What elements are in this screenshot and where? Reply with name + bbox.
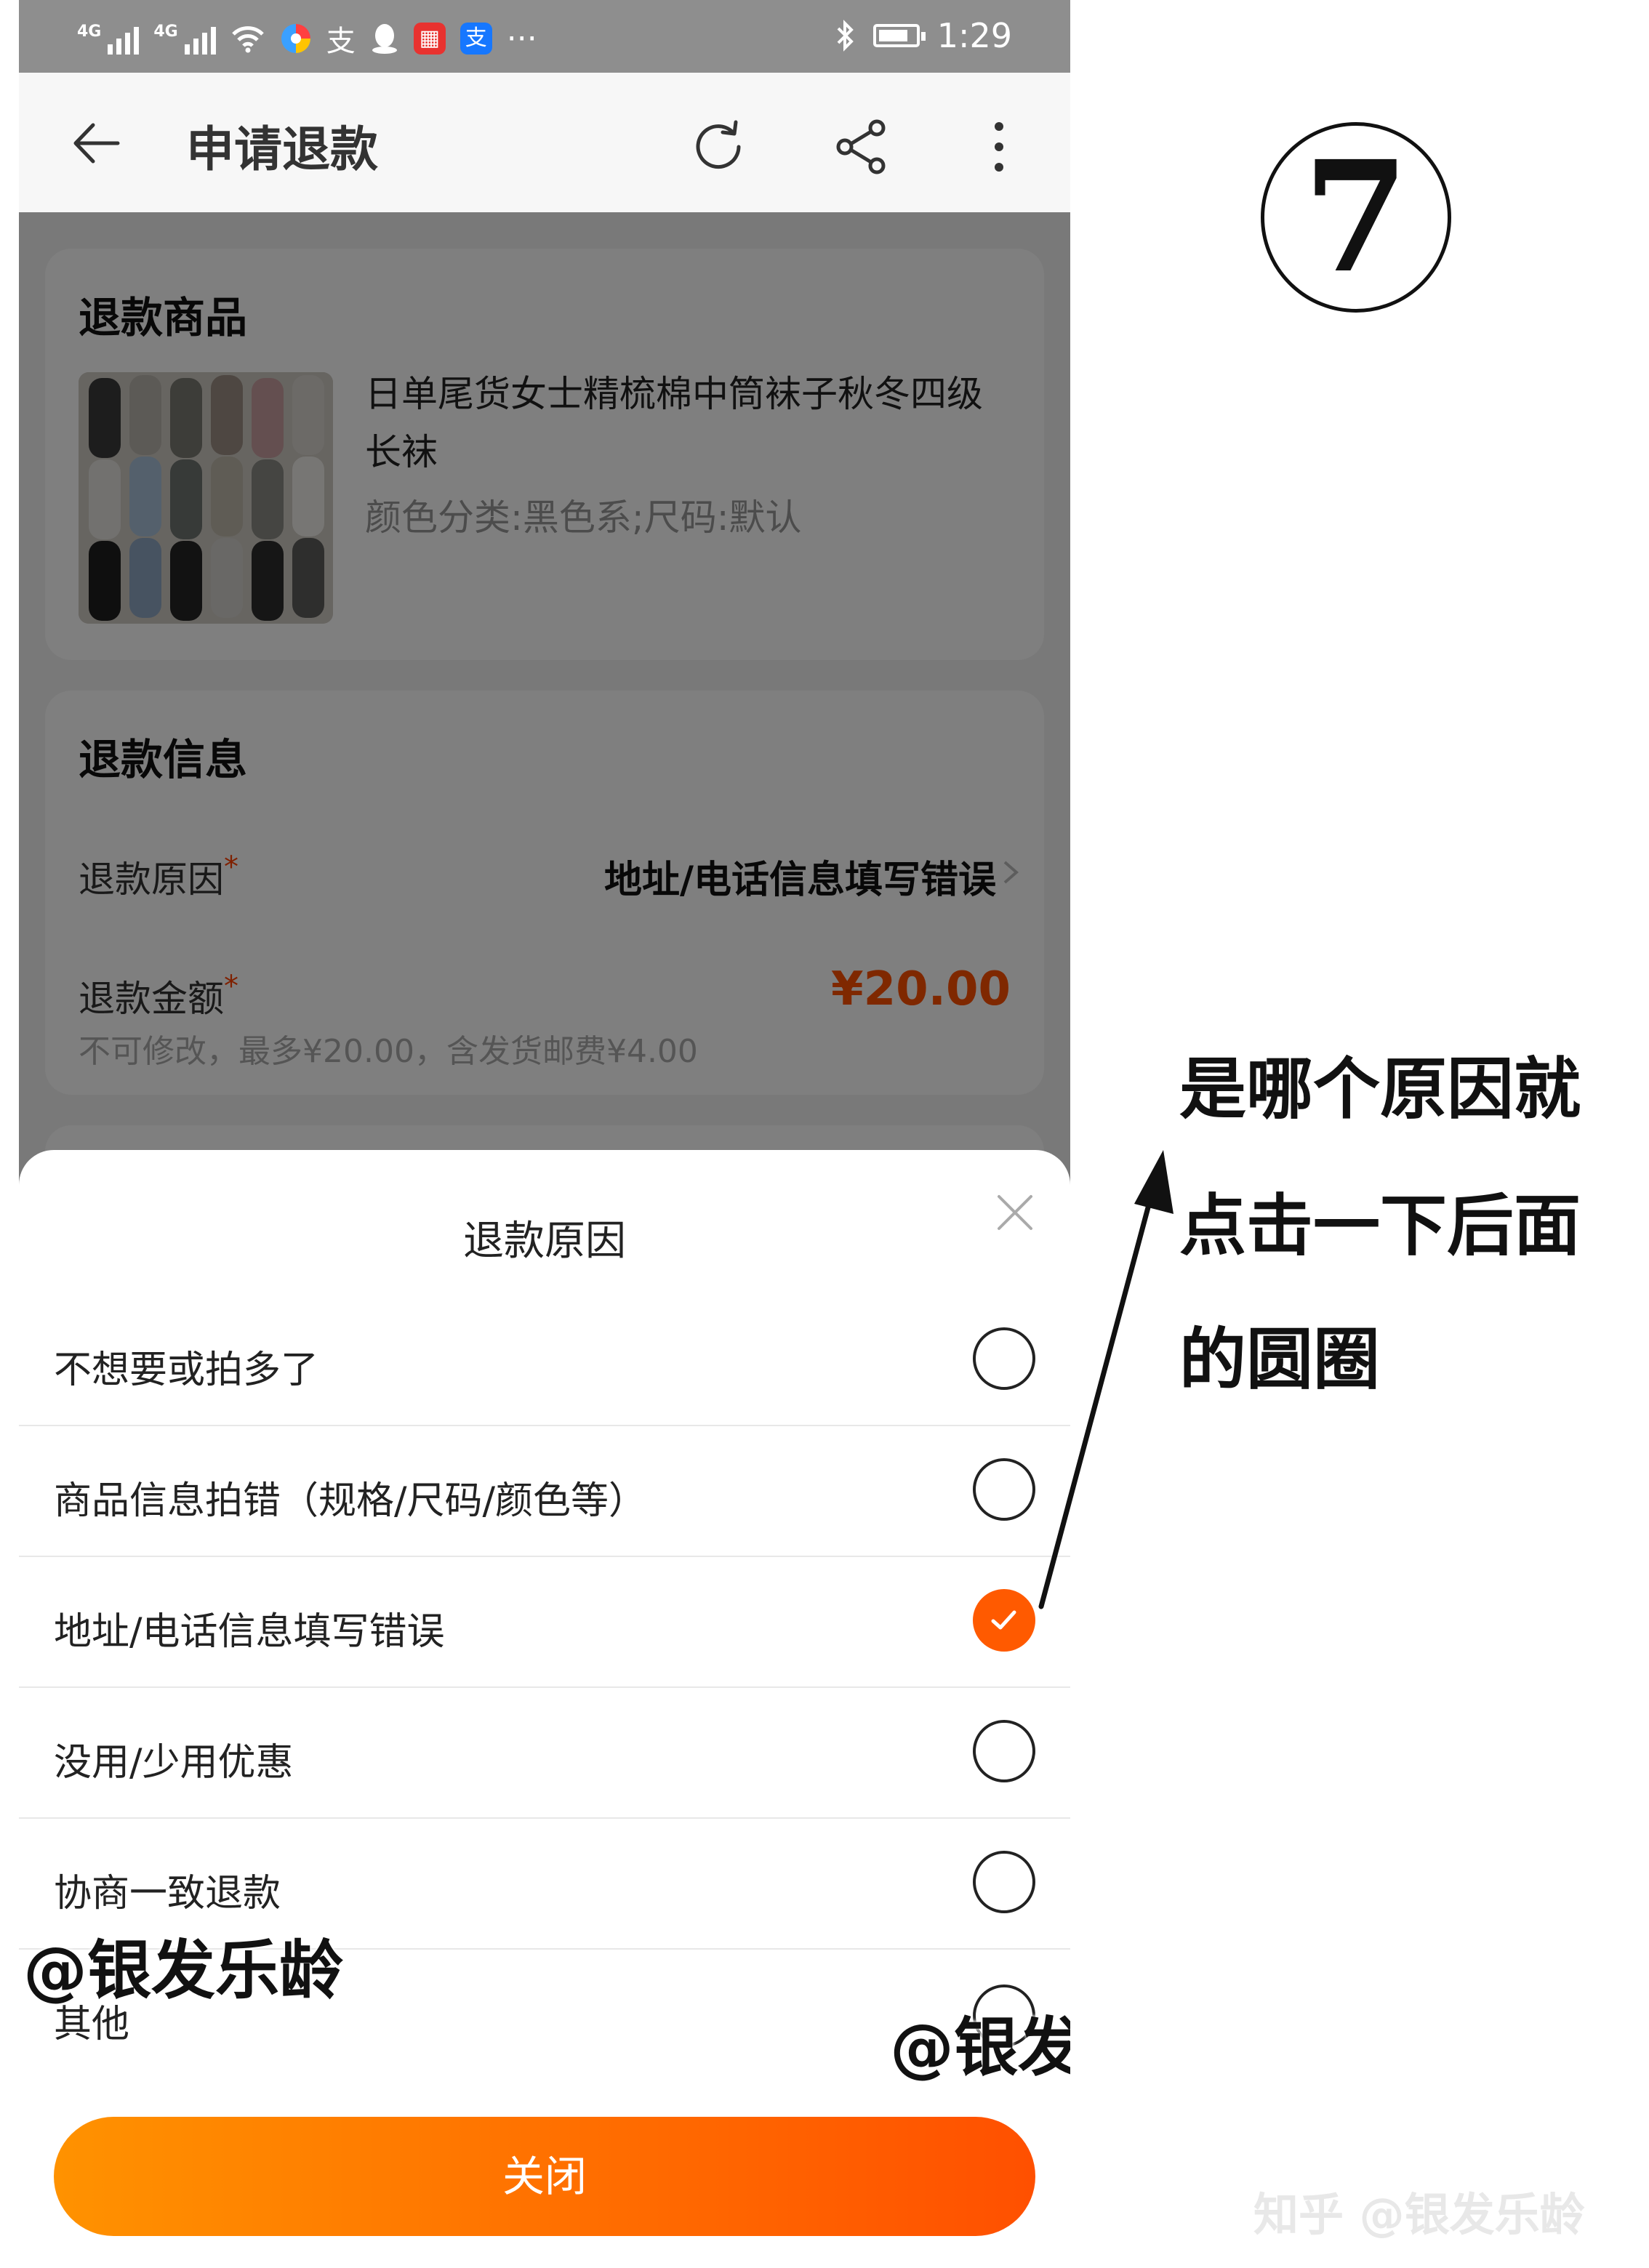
reason-option-selected[interactable]: 地址/电话信息填写错误 [19,1557,1070,1688]
more-options-icon[interactable] [968,116,1030,177]
shopping-app-icon: ▦ [413,23,446,55]
page-title: 申请退款 [186,121,378,177]
zhihu-watermark: 知乎 @银发乐龄 [1253,2188,1585,2241]
refresh-icon[interactable] [688,116,749,177]
status-time: 1:29 [936,16,1012,55]
watermark: @银发乐龄 [23,1933,344,2008]
alipay-app-icon: 支 [460,23,492,55]
reason-option-label: 协商一致退款 [54,1872,281,1915]
wifi-icon [231,26,264,53]
reason-option-label: 商品信息拍错（规格/尺码/颜色等） [54,1479,647,1523]
network-type: 4G [77,23,102,41]
reason-option-label: 不想要或拍多了 [54,1348,319,1392]
qq-icon [372,24,397,54]
battery-icon [872,24,926,47]
sheet-title: 退款原因 [463,1218,626,1265]
bluetooth-icon [837,20,854,52]
close-button[interactable]: 关闭 [54,2117,1035,2236]
status-right: 1:29 [834,16,1012,55]
browser-app-icon [281,24,310,53]
back-arrow-icon[interactable] [70,118,121,169]
more-notifications-icon: ··· [506,20,537,57]
watermark: @银发乐龄 [890,2010,1070,2085]
checkmark-icon [991,1610,1016,1630]
network-type: 4G [153,23,178,41]
reason-option[interactable]: 商品信息拍错（规格/尺码/颜色等） [19,1426,1070,1557]
radio-button[interactable] [973,1851,1035,1913]
annotation-line: 的圆圈 [1179,1321,1381,1399]
status-left: 4G 4G 支 ▦ 支 ··· [77,17,537,60]
reason-option[interactable]: 不想要或拍多了 [19,1295,1070,1426]
reason-option[interactable]: 没用/少用优惠 [19,1688,1070,1819]
alipay-icon: 支 [326,25,356,58]
signal-icon: 4G [153,23,216,55]
share-icon[interactable] [832,116,893,177]
phone-screen: 4G 4G 支 ▦ 支 ··· 1:29 申请退款 退款原因 不想要或拍多了 商… [19,0,1070,2268]
reason-option-label: 没用/少用优惠 [54,1741,294,1785]
pointer-arrow [1038,1150,1173,1609]
reason-option-label: 地址/电话信息填写错误 [54,1610,445,1654]
refund-reason-sheet: 退款原因 不想要或拍多了 商品信息拍错（规格/尺码/颜色等） 地址/电话信息填写… [19,1150,1070,2268]
status-bar: 4G 4G 支 ▦ 支 ··· 1:29 [19,0,1070,73]
signal-icon: 4G [77,23,140,55]
annotation-line: 是哪个原因就 [1179,1050,1581,1128]
annotation-line: 点击一下后面 [1179,1187,1581,1265]
nav-bar: 申请退款 [19,73,1070,212]
radio-button[interactable] [973,1720,1035,1782]
step-number-badge: 7 [1261,122,1451,313]
